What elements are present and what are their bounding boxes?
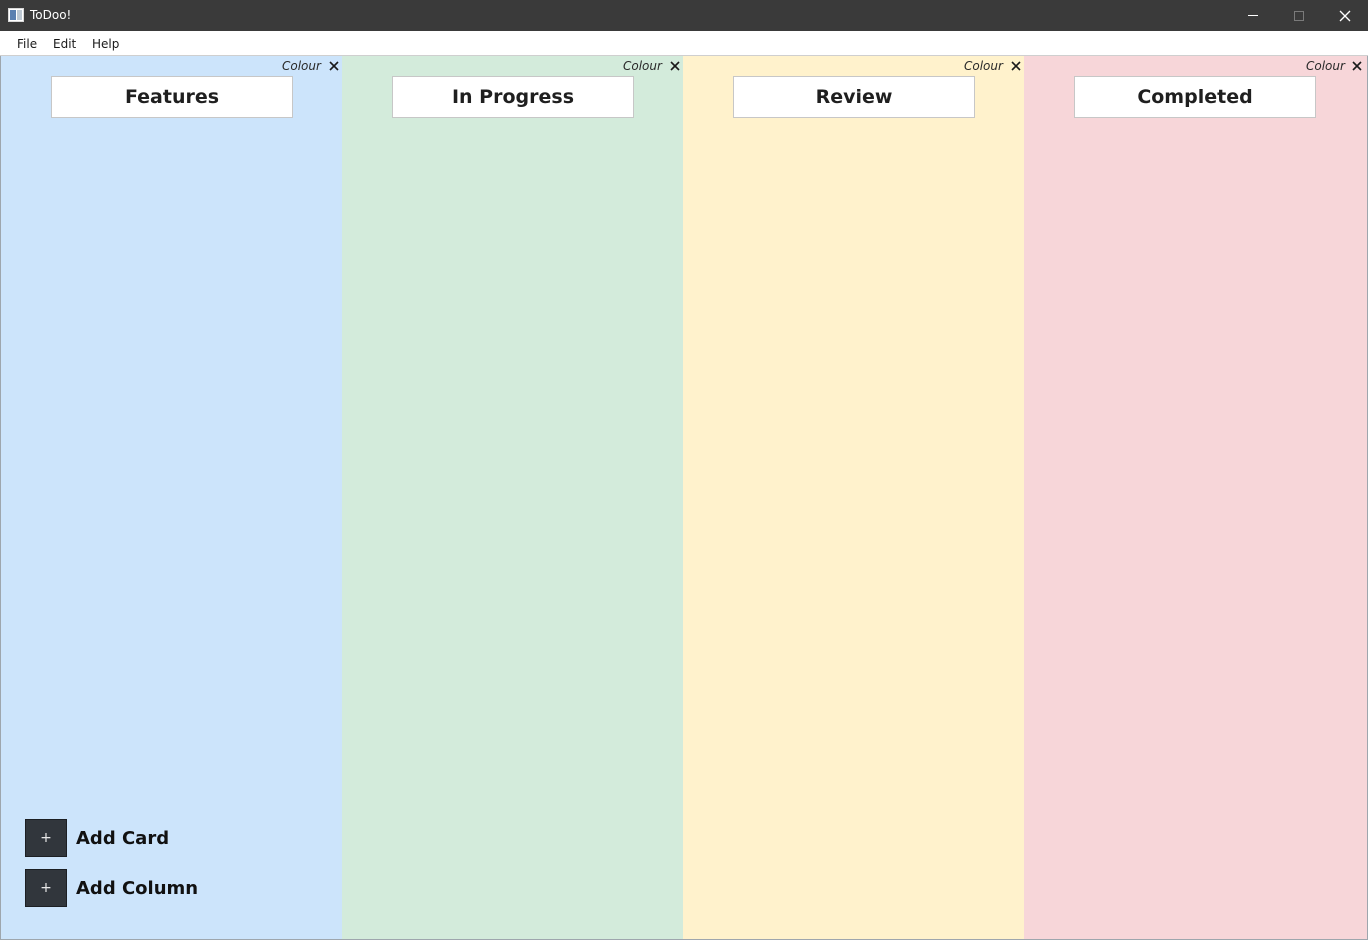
minimize-icon bbox=[1248, 15, 1258, 16]
close-icon bbox=[1339, 10, 1351, 21]
add-column-label: Add Column bbox=[76, 877, 199, 899]
maximize-button[interactable] bbox=[1276, 0, 1322, 31]
menu-help[interactable]: Help bbox=[92, 36, 119, 52]
column-close-button[interactable] bbox=[668, 58, 682, 74]
column-close-button[interactable] bbox=[327, 58, 341, 74]
app-icon bbox=[8, 8, 24, 22]
column-features: Colour Features + Add Card + Add Column bbox=[1, 56, 342, 939]
column-title-input[interactable]: Review bbox=[733, 76, 975, 118]
column-title-input[interactable]: In Progress bbox=[392, 76, 634, 118]
close-window-button[interactable] bbox=[1322, 0, 1368, 31]
add-card-button[interactable]: + bbox=[25, 819, 67, 857]
column-close-button[interactable] bbox=[1009, 58, 1023, 74]
column-colour-button[interactable]: Colour bbox=[964, 59, 1003, 73]
close-icon bbox=[670, 61, 680, 71]
column-colour-button[interactable]: Colour bbox=[623, 59, 662, 73]
maximize-icon bbox=[1294, 10, 1304, 21]
add-column-action: + Add Column bbox=[25, 869, 198, 907]
column-colour-button[interactable]: Colour bbox=[1306, 59, 1345, 73]
column-review: Colour Review bbox=[683, 56, 1024, 939]
add-card-label: Add Card bbox=[76, 827, 170, 849]
column-in-progress: Colour In Progress bbox=[342, 56, 683, 939]
close-icon bbox=[329, 61, 339, 71]
column-colour-button[interactable]: Colour bbox=[282, 59, 321, 73]
column-close-button[interactable] bbox=[1350, 58, 1364, 74]
add-card-action: + Add Card bbox=[25, 819, 169, 857]
add-column-button[interactable]: + bbox=[25, 869, 67, 907]
column-title-input[interactable]: Features bbox=[51, 76, 293, 118]
menu-bar: File Edit Help bbox=[0, 31, 1368, 56]
close-icon bbox=[1011, 61, 1021, 71]
window-title: ToDoo! bbox=[30, 8, 72, 22]
column-title-input[interactable]: Completed bbox=[1074, 76, 1316, 118]
menu-file[interactable]: File bbox=[17, 36, 37, 52]
title-bar: ToDoo! bbox=[0, 0, 1368, 31]
menu-edit[interactable]: Edit bbox=[53, 36, 76, 52]
minimize-button[interactable] bbox=[1230, 0, 1276, 31]
close-icon bbox=[1352, 61, 1362, 71]
kanban-board: Colour Features + Add Card + Add Column … bbox=[0, 56, 1368, 940]
column-completed: Colour Completed bbox=[1024, 56, 1367, 939]
